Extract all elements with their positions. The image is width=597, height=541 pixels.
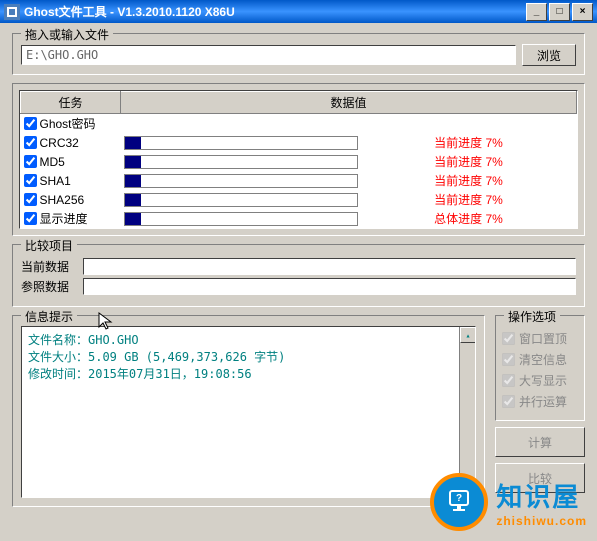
task-checkbox-label[interactable]: CRC32 xyxy=(24,136,118,150)
table-row: 显示进度 总体进度 7% xyxy=(21,209,577,228)
option-item[interactable]: 窗口置顶 xyxy=(502,330,578,347)
task-table: 任务 数据值 Ghost密码CRC32当前进度 7%MD5当前进度 7%SHA1… xyxy=(20,91,577,228)
compare-group: 比较项目 当前数据 参照数据 xyxy=(12,244,585,307)
task-checkbox[interactable] xyxy=(24,155,37,168)
svg-text:?: ? xyxy=(456,493,462,504)
task-label: CRC32 xyxy=(40,136,79,150)
option-item[interactable]: 大写显示 xyxy=(502,372,578,389)
task-checkbox[interactable] xyxy=(24,174,37,187)
task-checkbox-label[interactable]: SHA1 xyxy=(24,174,118,188)
progress-value: 当前进度 7% xyxy=(361,190,577,209)
col-task: 任务 xyxy=(21,92,121,114)
option-label: 并行运算 xyxy=(519,393,567,410)
progress-value: 当前进度 7% xyxy=(361,133,577,152)
calculate-button[interactable]: 计算 xyxy=(495,427,585,457)
app-icon xyxy=(4,4,20,20)
option-checkbox[interactable] xyxy=(502,374,515,387)
table-row: SHA256 当前进度 7% xyxy=(21,190,577,209)
task-checkbox[interactable] xyxy=(24,136,37,149)
info-line: 文件名称：GHO.GHO xyxy=(28,331,469,348)
compare-legend: 比较项目 xyxy=(21,237,77,254)
table-row: CRC32 当前进度 7% xyxy=(21,133,577,152)
table-row: SHA1 当前进度 7% xyxy=(21,171,577,190)
task-checkbox-label[interactable]: SHA256 xyxy=(24,193,118,207)
task-label: Ghost密码 xyxy=(40,115,96,132)
watermark-text-zh: 知识屋 xyxy=(496,477,587,514)
options-group: 操作选项 窗口置顶清空信息大写显示并行运算 xyxy=(495,315,585,421)
task-label: MD5 xyxy=(40,155,65,169)
option-item[interactable]: 清空信息 xyxy=(502,351,578,368)
task-label: 显示进度 xyxy=(40,210,88,227)
current-data-box xyxy=(83,258,576,275)
task-checkbox-label[interactable]: 显示进度 xyxy=(24,210,118,227)
file-input-legend: 拖入或输入文件 xyxy=(21,26,113,43)
task-label: SHA256 xyxy=(40,193,85,207)
progress-value xyxy=(361,114,577,134)
title-bar: Ghost文件工具 - V1.3.2010.1120 X86U _ □ × xyxy=(0,0,597,23)
option-label: 清空信息 xyxy=(519,351,567,368)
option-checkbox[interactable] xyxy=(502,332,515,345)
task-checkbox[interactable] xyxy=(24,193,37,206)
option-item[interactable]: 并行运算 xyxy=(502,393,578,410)
maximize-button[interactable]: □ xyxy=(549,3,570,21)
scroll-up-icon[interactable]: ▴ xyxy=(460,327,476,343)
info-textarea[interactable]: 文件名称：GHO.GHO文件大小：5.09 GB (5,469,373,626 … xyxy=(21,326,476,498)
options-legend: 操作选项 xyxy=(504,308,560,325)
option-checkbox[interactable] xyxy=(502,353,515,366)
task-checkbox-label[interactable]: Ghost密码 xyxy=(24,115,118,132)
progress-bar xyxy=(124,193,358,207)
progress-value: 当前进度 7% xyxy=(361,152,577,171)
task-checkbox[interactable] xyxy=(24,212,37,225)
progress-value: 当前进度 7% xyxy=(361,171,577,190)
watermark-text-en: zhishiwu.com xyxy=(496,514,587,528)
info-scrollbar[interactable]: ▴ ▾ xyxy=(459,327,475,497)
option-label: 大写显示 xyxy=(519,372,567,389)
table-row: Ghost密码 xyxy=(21,114,577,134)
option-checkbox[interactable] xyxy=(502,395,515,408)
option-label: 窗口置顶 xyxy=(519,330,567,347)
task-checkbox[interactable] xyxy=(24,117,37,130)
progress-bar xyxy=(124,174,358,188)
watermark: ? 知识屋 zhishiwu.com xyxy=(430,473,587,531)
browse-button[interactable]: 浏览 xyxy=(522,44,576,66)
info-legend: 信息提示 xyxy=(21,308,77,325)
file-input-group: 拖入或输入文件 浏览 xyxy=(12,33,585,75)
info-group: 信息提示 文件名称：GHO.GHO文件大小：5.09 GB (5,469,373… xyxy=(12,315,485,507)
col-value: 数据值 xyxy=(121,92,577,114)
window-title: Ghost文件工具 - V1.3.2010.1120 X86U xyxy=(24,3,526,20)
progress-value: 总体进度 7% xyxy=(361,209,577,228)
info-line: 修改时间：2015年07月31日，19:08:56 xyxy=(28,365,469,382)
close-button[interactable]: × xyxy=(572,3,593,21)
task-group: 任务 数据值 Ghost密码CRC32当前进度 7%MD5当前进度 7%SHA1… xyxy=(12,83,585,236)
progress-bar xyxy=(124,136,358,150)
info-line: 文件大小：5.09 GB (5,469,373,626 字节) xyxy=(28,348,469,365)
progress-bar xyxy=(124,212,358,226)
minimize-button[interactable]: _ xyxy=(526,3,547,21)
task-label: SHA1 xyxy=(40,174,71,188)
ref-data-label: 参照数据 xyxy=(21,278,77,295)
watermark-icon: ? xyxy=(430,473,488,531)
file-path-input[interactable] xyxy=(21,45,516,65)
ref-data-box xyxy=(83,278,576,295)
task-checkbox-label[interactable]: MD5 xyxy=(24,155,118,169)
table-row: MD5 当前进度 7% xyxy=(21,152,577,171)
current-data-label: 当前数据 xyxy=(21,258,77,275)
progress-bar xyxy=(124,155,358,169)
